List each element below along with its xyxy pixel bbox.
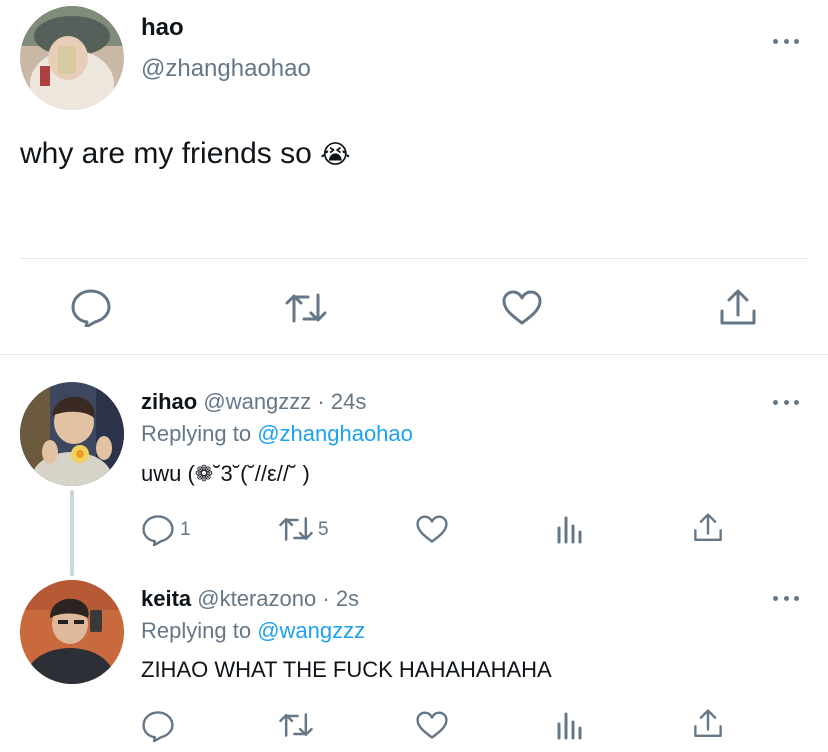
reply-header: keita @kterazono · 2s xyxy=(141,586,359,612)
reply-count: 1 xyxy=(180,519,191,540)
replying-to-row: Replying to @zhanghaohao xyxy=(141,421,413,447)
more-options-icon[interactable] xyxy=(773,593,799,603)
analytics-icon[interactable] xyxy=(556,710,584,740)
retweet-icon[interactable] xyxy=(278,515,314,543)
display-name[interactable]: hao xyxy=(141,14,184,42)
handle[interactable]: @wangzzz xyxy=(203,389,311,414)
avatar-hao[interactable] xyxy=(20,6,124,110)
tweet-text: why are my friends so xyxy=(20,137,312,170)
reply-text: ZIHAO WHAT THE FUCK HAHAHAHAHA xyxy=(141,657,552,682)
share-icon[interactable] xyxy=(693,709,723,739)
reply-icon[interactable] xyxy=(71,289,111,327)
share-icon[interactable] xyxy=(693,513,723,543)
display-name[interactable]: keita xyxy=(141,586,191,611)
separator-dot: · xyxy=(322,586,330,611)
reply-icon[interactable] xyxy=(142,710,174,742)
like-icon[interactable] xyxy=(416,711,448,740)
handle[interactable]: @kterazono xyxy=(197,586,316,611)
retweet-icon[interactable] xyxy=(278,711,314,739)
timestamp[interactable]: 2s xyxy=(336,586,359,611)
retweet-count: 5 xyxy=(318,519,329,540)
reply-text: uwu (❁˘3˘(˘//ε//˘ ) xyxy=(141,461,310,486)
share-icon[interactable] xyxy=(719,289,757,327)
display-name[interactable]: zihao xyxy=(141,389,197,414)
replying-to-link[interactable]: @wangzzz xyxy=(257,618,365,643)
more-options-icon[interactable] xyxy=(773,397,799,407)
reply-header: zihao @wangzzz · 24s xyxy=(141,389,366,415)
handle[interactable]: @zhanghaohao xyxy=(141,55,311,83)
tweet-text-row: why are my friends so 😭 xyxy=(20,137,351,171)
avatar-zihao[interactable] xyxy=(20,382,124,486)
more-options-icon[interactable] xyxy=(773,36,799,46)
timestamp[interactable]: 24s xyxy=(331,389,366,414)
replying-to-label: Replying to xyxy=(141,421,252,446)
crying-emoji: 😭 xyxy=(320,139,351,169)
avatar-keita[interactable] xyxy=(20,580,124,684)
like-icon[interactable] xyxy=(502,290,542,326)
thread-line xyxy=(70,490,74,576)
replying-to-label: Replying to xyxy=(141,618,252,643)
replying-to-row: Replying to @wangzzz xyxy=(141,618,365,644)
retweet-icon[interactable] xyxy=(284,291,328,325)
replying-to-link[interactable]: @zhanghaohao xyxy=(257,421,413,446)
like-icon[interactable] xyxy=(416,515,448,544)
divider xyxy=(0,354,828,355)
reply-icon[interactable] xyxy=(142,514,174,546)
separator-dot: · xyxy=(317,389,325,414)
analytics-icon[interactable] xyxy=(556,514,584,544)
divider xyxy=(20,258,808,259)
